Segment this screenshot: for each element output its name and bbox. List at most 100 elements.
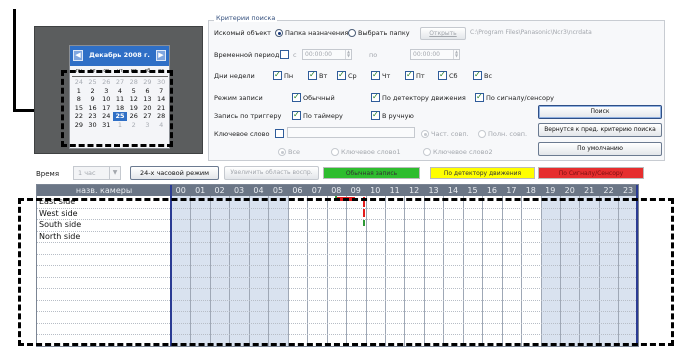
hour-label: 03 [233, 186, 245, 195]
hour-label: 19 [545, 186, 556, 195]
weekday-label-sat: Сб [449, 72, 458, 80]
hour-label: 01 [195, 186, 206, 195]
trigger-manual-checkbox[interactable] [371, 110, 380, 120]
hour-label: 09 [350, 186, 361, 195]
record-mode-label: Режим записи [214, 94, 263, 102]
search-criteria-panel [208, 20, 665, 161]
time-from-label: с [293, 51, 297, 59]
radio-destination-folder[interactable] [275, 29, 283, 37]
hour-label: 05 [272, 186, 284, 195]
calendar-month-title: Декабрь 2008 г. [89, 51, 150, 59]
weekday-checkbox-sun[interactable] [473, 70, 482, 80]
time-label: Время [36, 170, 60, 178]
back-to-previous-criteria-button[interactable]: Вернутся к пред. критерию поиска [538, 123, 662, 137]
time-scale-select[interactable]: 1 час ▼ [73, 166, 121, 180]
spin-icon[interactable]: ▲ ▼ [345, 50, 351, 59]
mode-motion-checkbox[interactable] [371, 92, 380, 102]
mode-motion-label: По детектору движения [382, 94, 466, 102]
time-from-field[interactable]: 00:00:00 ▲ ▼ [302, 49, 352, 60]
radio-partial-match-label: Част. совп. [431, 130, 469, 138]
keyword-input[interactable] [287, 127, 415, 138]
hour-label: 08 [331, 186, 342, 195]
radio-keyword-2-label: Ключевое слово2 [433, 148, 493, 156]
weekday-label-tue: Вт [319, 72, 328, 80]
hour-label: 11 [389, 186, 400, 195]
arrow-right-icon[interactable]: ▶ [156, 50, 166, 61]
radio-keyword-1-label: Ключевое слово1 [341, 148, 401, 156]
keyword-checkbox[interactable] [275, 129, 284, 138]
weekday-label-sun: Вс [484, 72, 493, 80]
trigger-label: Запись по триггеру [214, 112, 282, 120]
time-scale-value: 1 час [78, 169, 96, 177]
trigger-timer-label: По таймеру [303, 112, 343, 120]
weekday-checkbox-wed[interactable] [337, 70, 346, 80]
mode-normal-checkbox[interactable] [292, 92, 301, 102]
search-criteria-title: Критерии поиска [214, 14, 278, 22]
weekday-label-thu: Чт [382, 72, 391, 80]
hour-label: 13 [428, 186, 439, 195]
hour-label: 22 [603, 186, 614, 195]
time-period-label: Временной период [214, 51, 280, 59]
time-to-label: по [369, 51, 378, 59]
weekday-checkbox-thu[interactable] [371, 70, 380, 80]
hour-label: 12 [409, 186, 420, 195]
radio-partial-match[interactable] [421, 130, 429, 138]
radio-choose-folder[interactable] [348, 29, 356, 37]
camera-name-header: назв. камеры [75, 186, 133, 195]
trigger-manual-label: В ручную [382, 112, 414, 120]
radio-keyword-all-label: Все [288, 148, 301, 156]
radio-full-match-label: Полн. совп. [488, 130, 528, 138]
hour-label: 23 [622, 186, 634, 195]
folder-path: C:\Program Files\Panasonic\Ncr3\ncrdata [470, 29, 592, 36]
timeline-header: назв. камеры 00 01 02 03 04 05 06 07 08 09 10 11 12 1… [37, 185, 638, 196]
time-from-value: 00:00:00 [305, 51, 332, 58]
mode-signal-checkbox[interactable] [475, 92, 484, 102]
keyword-label: Ключевое слово [214, 130, 270, 138]
hour-label: 20 [564, 186, 575, 195]
spin-icon[interactable]: ▲ ▼ [453, 50, 459, 59]
hour-label: 00 [175, 186, 186, 195]
radio-choose-folder-label: Выбрать папку [358, 29, 410, 37]
hour-label: 04 [253, 186, 264, 195]
hour-label: 15 [467, 186, 478, 195]
open-folder-button[interactable]: Открыть [420, 27, 466, 40]
radio-keyword-all[interactable] [278, 148, 286, 156]
radio-keyword-1[interactable] [331, 148, 339, 156]
weekday-checkbox-tue[interactable] [308, 70, 317, 80]
hour-label: 10 [370, 186, 381, 195]
weekday-checkbox-fri[interactable] [405, 70, 414, 80]
weekday-label-mon: Пн [284, 72, 294, 80]
legend-normal-recording: Обычная запись [323, 167, 420, 179]
hour-label: 07 [311, 186, 322, 195]
default-button[interactable]: По умолчанию [538, 142, 662, 156]
time-period-checkbox[interactable] [280, 50, 289, 59]
hour-label: 18 [525, 186, 536, 195]
calendar-highlight-frame [61, 70, 173, 147]
hour-label: 02 [214, 186, 225, 195]
hour-label: 17 [506, 186, 517, 195]
hour-label: 16 [486, 186, 497, 195]
weekday-label-wed: Ср [348, 72, 357, 80]
weekday-checkbox-sat[interactable] [438, 70, 447, 80]
hour-label: 21 [584, 186, 595, 195]
weekday-checkbox-mon[interactable] [273, 70, 282, 80]
search-button[interactable]: Поиск [538, 105, 662, 119]
hour-label: 06 [292, 186, 303, 195]
search-object-label: Искомый объект [214, 29, 271, 37]
hour-label: 14 [447, 186, 459, 195]
weekday-label-fri: Пт [416, 72, 425, 80]
chevron-down-icon[interactable]: ▼ [109, 167, 120, 179]
trigger-timer-checkbox[interactable] [292, 110, 301, 120]
legend-signal-sensor: По Сигналу/Сенсору [538, 167, 644, 179]
timeline-highlight-frame [18, 198, 674, 346]
mode-24h-button[interactable]: 24-х часовой режим [130, 166, 219, 180]
radio-destination-folder-label: Папка назначения [285, 29, 349, 37]
arrow-left-icon[interactable]: ◀ [73, 50, 83, 61]
radio-keyword-2[interactable] [423, 148, 431, 156]
time-to-field[interactable]: 00:00:00 ▲ ▼ [410, 49, 460, 60]
calendar-header: ◀ Декабрь 2008 г. ▶ [70, 46, 169, 66]
zoom-playback-area-button[interactable]: Увеличить область воспр. [224, 166, 319, 180]
callout-line [13, 9, 16, 112]
legend-motion-detection: По детектору движения [430, 167, 535, 179]
radio-full-match[interactable] [478, 130, 486, 138]
